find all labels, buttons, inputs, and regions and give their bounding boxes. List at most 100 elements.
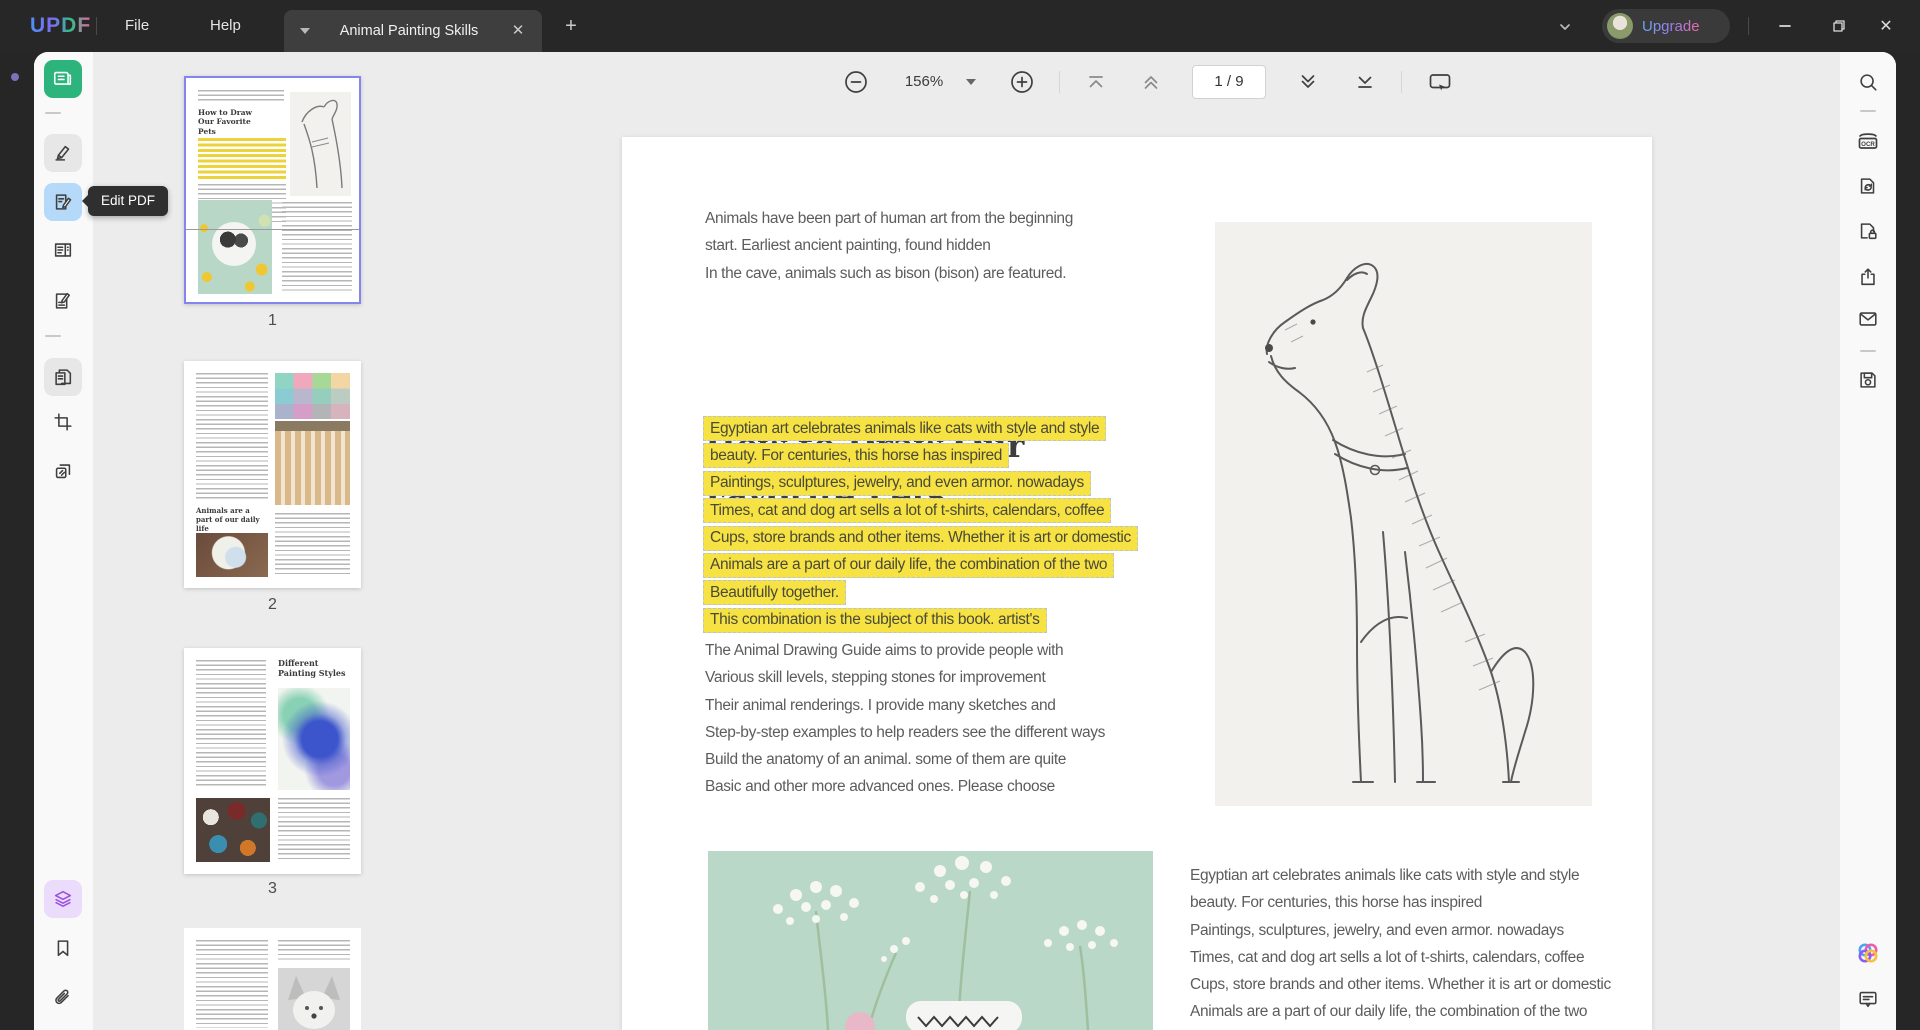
page-number-input[interactable]: 1 / 9	[1192, 65, 1266, 99]
menu-file[interactable]: File	[107, 0, 167, 52]
comment-bubble-icon	[1859, 991, 1877, 1008]
intro-paragraph[interactable]: Animals have been part of human art from…	[705, 205, 1073, 287]
zoom-in-button[interactable]	[1009, 69, 1035, 95]
menu-help[interactable]: Help	[192, 0, 259, 52]
updf-logo: UPDF	[30, 14, 92, 37]
edit-pdf-button[interactable]	[44, 183, 82, 221]
body-line: Build the anatomy of an animal. some of …	[705, 751, 1067, 769]
search-icon	[1860, 74, 1877, 91]
highlighted-text-line: Egyptian art celebrates animals like cat…	[703, 416, 1107, 441]
titlebar-divider	[96, 17, 97, 35]
thumb-text-lines	[196, 373, 268, 501]
slideshow-button[interactable]	[1427, 69, 1453, 95]
window-edge-left	[0, 52, 34, 1030]
thumb-paint-pots-image	[196, 798, 270, 862]
fill-sign-button[interactable]	[44, 282, 82, 320]
highlighted-text-line: Animals are a part of our daily life, th…	[703, 552, 1115, 578]
attachment-button[interactable]	[44, 979, 82, 1017]
chevron-down-icon[interactable]	[1553, 15, 1577, 39]
thumb-text-lines	[275, 513, 350, 577]
updf-ai-icon	[1858, 943, 1878, 963]
thumbnail-page-4[interactable]	[184, 928, 361, 1030]
thumb-text-lines	[278, 940, 350, 962]
toolbar-divider	[1059, 71, 1060, 93]
watermark-button[interactable]	[44, 452, 82, 490]
restore-button[interactable]	[1819, 8, 1859, 44]
thumbnail-page-3[interactable]: Different Painting Styles	[184, 648, 361, 874]
organize-pages-button[interactable]	[44, 231, 82, 269]
document-tab[interactable]: Animal Painting Skills ✕	[284, 10, 542, 52]
protect-button[interactable]	[1849, 212, 1887, 250]
save-button[interactable]	[1849, 361, 1887, 399]
crop-button[interactable]	[44, 403, 82, 441]
save-icon	[1860, 372, 1876, 388]
share-button[interactable]	[1849, 258, 1887, 296]
zoom-dropdown-icon[interactable]	[966, 79, 976, 85]
convert-icon	[1860, 178, 1875, 194]
toolbar-divider	[1860, 110, 1876, 112]
body-line: Step-by-step examples to help readers se…	[705, 723, 1106, 741]
page-tools-button[interactable]	[44, 358, 82, 396]
flowers-photo[interactable]	[708, 851, 1153, 1030]
first-page-button[interactable]	[1083, 69, 1109, 95]
thumb-painting-image	[196, 533, 268, 577]
thumbnail-label-2: 2	[268, 596, 277, 613]
fill-sign-icon	[55, 292, 71, 309]
thumb-heading: Different Painting Styles	[278, 658, 346, 678]
second-column-paragraph[interactable]: Egyptian art celebrates animals like cat…	[1190, 862, 1611, 1026]
tab-dropdown-icon[interactable]	[300, 28, 310, 34]
thumb-brushes-image	[275, 421, 350, 505]
highlighted-text-line: Times, cat and dog art sells a lot of t-…	[703, 498, 1112, 524]
zoom-out-button[interactable]	[843, 69, 869, 95]
column2-line: Paintings, sculptures, jewelry, and even…	[1190, 921, 1564, 939]
previous-page-button[interactable]	[1138, 69, 1164, 95]
intro-line: Animals have been part of human art from…	[705, 210, 1073, 227]
markup-button[interactable]	[44, 134, 82, 172]
bookmark-icon	[57, 940, 69, 957]
dog-sketch-image[interactable]	[1215, 222, 1592, 806]
ocr-button[interactable]: OCR	[1849, 122, 1887, 160]
convert-button[interactable]	[1849, 167, 1887, 205]
thumbnail-page-2[interactable]: Animals are a part of our daily life	[184, 361, 361, 588]
thumbnail-page-1[interactable]: How to Draw Our Favorite Pets	[184, 76, 361, 304]
body-paragraph[interactable]: The Animal Drawing Guide aims to provide…	[705, 637, 1105, 801]
bookmark-button[interactable]	[44, 929, 82, 967]
reader-mode-button[interactable]	[44, 60, 82, 98]
pdf-page: Animals have been part of human art from…	[622, 137, 1652, 1030]
email-button[interactable]	[1849, 300, 1887, 338]
minimize-button[interactable]	[1765, 8, 1805, 44]
mail-icon	[1859, 312, 1877, 326]
zoom-level[interactable]: 156%	[898, 73, 950, 90]
next-page-button[interactable]	[1295, 69, 1321, 95]
toolbar-divider	[45, 335, 61, 337]
highlight-rows[interactable]: Egyptian art celebrates animals like cat…	[703, 416, 1138, 635]
layers-icon	[54, 890, 72, 907]
toolbar-divider	[45, 112, 61, 114]
new-tab-button[interactable]: +	[558, 13, 584, 39]
body-line: Basic and other more advanced ones. Plea…	[705, 778, 1055, 796]
upgrade-button[interactable]: Upgrade	[1602, 9, 1730, 43]
updf-ai-button[interactable]	[1849, 934, 1887, 972]
tab-title: Animal Painting Skills	[339, 23, 479, 39]
thumbnail-viewport-indicator[interactable]	[186, 78, 359, 230]
close-button[interactable]: ✕	[1866, 8, 1906, 44]
titlebar: UPDF File Help Animal Painting Skills ✕ …	[0, 0, 1920, 52]
layers-button[interactable]	[44, 880, 82, 918]
svg-text:OCR: OCR	[1861, 141, 1875, 148]
toolbar-divider	[1860, 350, 1876, 352]
intro-line: In the cave, animals such as bison (biso…	[705, 264, 1067, 282]
feedback-button[interactable]	[1849, 980, 1887, 1018]
watermark-icon	[55, 464, 71, 479]
search-button[interactable]	[1849, 63, 1887, 101]
thumbnail-label-3: 3	[268, 880, 277, 897]
last-page-button[interactable]	[1352, 69, 1378, 95]
highlighter-icon	[55, 145, 70, 161]
thumb-watercolor-image	[278, 688, 350, 790]
thumb-palette-image	[275, 373, 350, 419]
edit-pdf-tooltip: Edit PDF	[81, 186, 169, 216]
tab-close-icon[interactable]: ✕	[508, 21, 528, 41]
crop-icon	[54, 413, 72, 431]
intro-line: start. Earliest ancient painting, found …	[705, 237, 991, 255]
thumb-text-lines	[278, 798, 350, 862]
panel-handle-dot[interactable]	[11, 73, 19, 81]
